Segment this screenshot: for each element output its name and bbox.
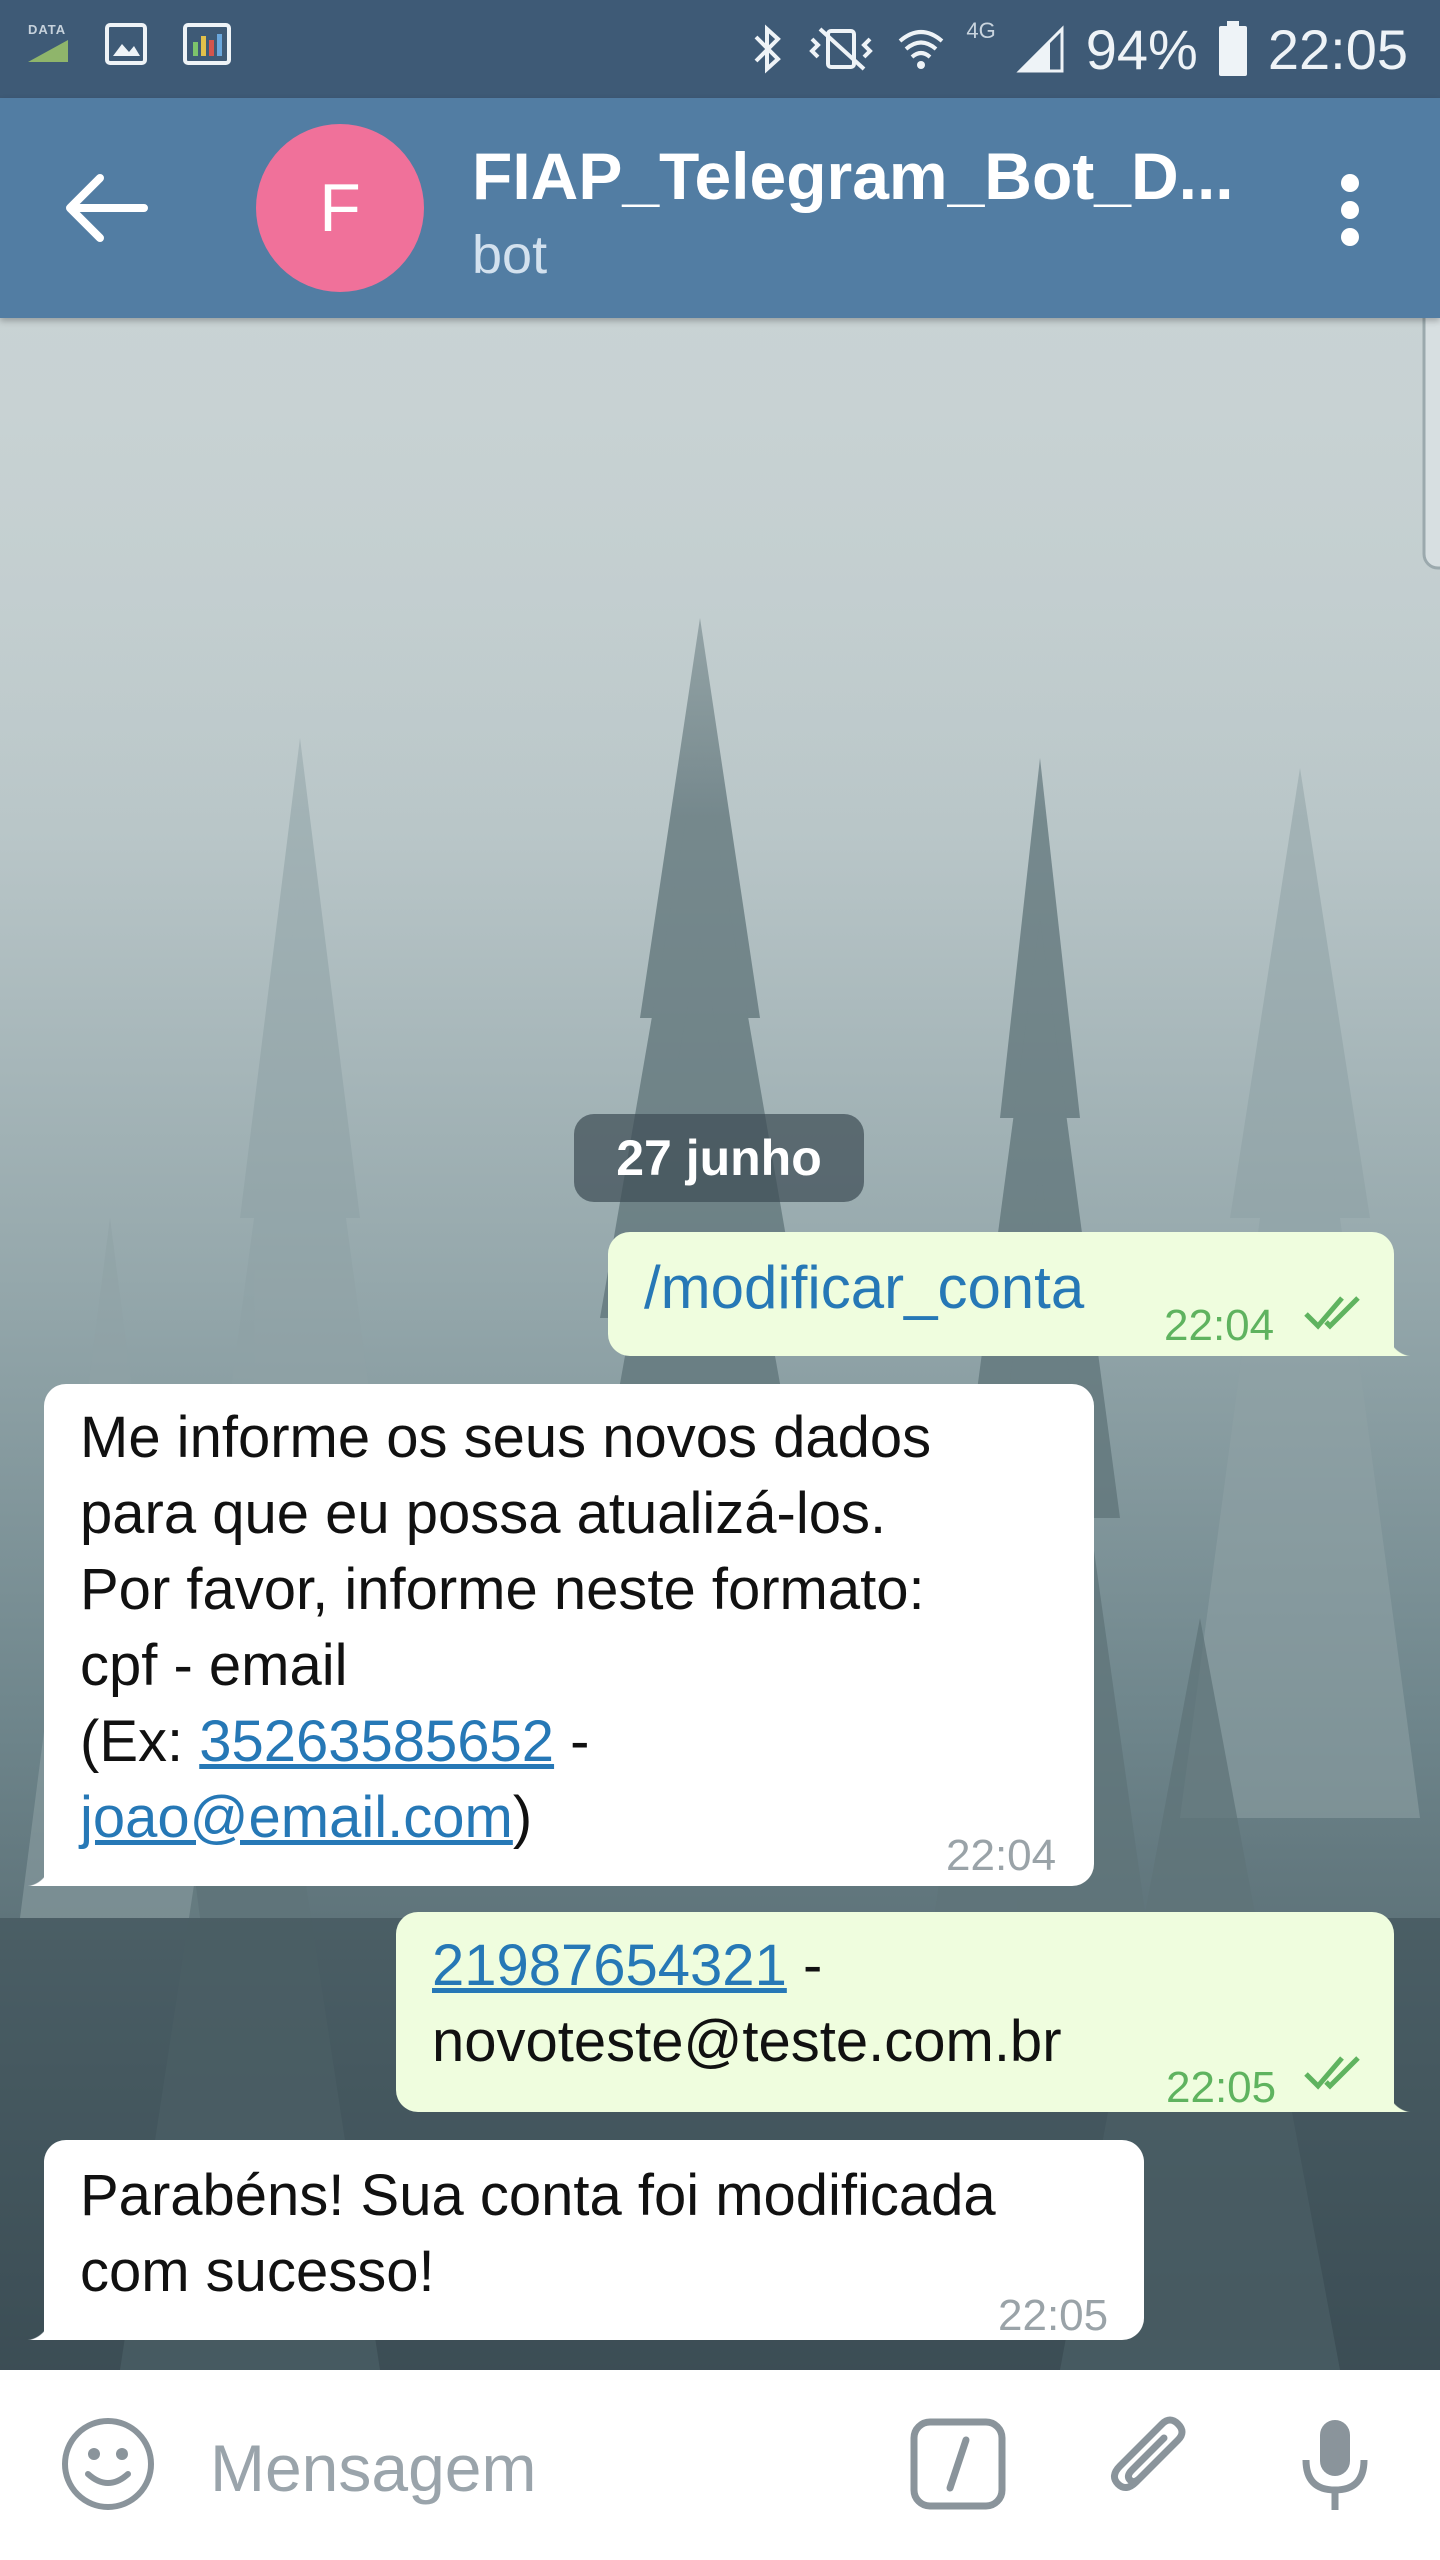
text-fragment: - [554,1709,590,1774]
battery-percent: 94% [1085,17,1198,81]
voice-message-button[interactable] [1290,2414,1390,2514]
more-options-button[interactable] [1320,164,1380,256]
chat-area[interactable]: 27 junho /modificar_conta 22:04 Me infor… [0,318,1440,2370]
smiley-icon [62,2418,154,2510]
message-input[interactable]: Mensagem [210,2430,537,2506]
chat-header: F FIAP_Telegram_Bot_D... bot [0,98,1440,318]
dot-icon [1341,174,1359,192]
double-check-icon [1304,2056,1360,2090]
command-link[interactable]: /modificar_conta [644,1250,1084,1326]
incoming-message[interactable]: Parabéns! Sua conta foi modificada com s… [24,2140,1144,2340]
message-time: 22:04 [1164,1301,1275,1350]
attach-button[interactable] [1104,2414,1204,2514]
message-time: 22:05 [998,2291,1109,2340]
email-link[interactable]: joao@email.com [80,1785,513,1850]
monitor-notification-icon [182,22,231,66]
message-line: Me informe os seus novos dados [80,1405,932,1470]
vibrate-mute-icon [809,27,874,71]
paperclip-icon [1111,2416,1186,2491]
message-time: 22:04 [946,1831,1057,1880]
bluetooth-icon [754,24,782,74]
message-time: 22:05 [1166,2063,1277,2112]
emoji-button[interactable] [58,2414,158,2514]
message-line: Por favor, informe neste formato: [80,1557,925,1622]
message-line: cpf - email [80,1633,348,1698]
bot-commands-button[interactable] [908,2414,1008,2514]
dot-icon [1341,201,1359,219]
phone-link[interactable]: 35263585652 [199,1709,554,1774]
text-fragment: (Ex: [80,1709,200,1774]
text-fragment: ) [512,1785,533,1850]
outgoing-message[interactable]: /modificar_conta 22:04 [608,1232,1414,1356]
chat-subtitle: bot [472,225,548,285]
chat-title[interactable]: FIAP_Telegram_Bot_D... [472,138,1234,214]
message-line: joao@email.com) [80,1780,931,1856]
back-button[interactable] [60,168,150,248]
network-type-label: 4G [966,18,996,43]
avatar[interactable]: F [256,124,424,292]
email-text: novoteste@teste.com.br [432,2009,1062,2074]
message-line: Parabéns! Sua conta foi modificada [80,2163,996,2228]
phone-link[interactable]: 21987654321 [432,1933,787,1998]
gallery-notification-icon [104,22,148,66]
telegram-chat-screen: DATA 4G 94% 22:05 F FIAP_Telegram_Bot_D.… [0,0,1440,2560]
message-line: com sucesso! [80,2239,435,2304]
outgoing-message[interactable]: 21987654321 - novoteste@teste.com.br 22:… [396,1912,1414,2112]
mobile-data-icon: DATA [26,22,70,66]
microphone-icon [1302,2420,1368,2510]
dot-icon [1341,228,1359,246]
message-line: 21987654321 - [432,1928,1062,2004]
message-line: (Ex: 35263585652 - [80,1704,931,1780]
back-arrow-icon [66,174,148,242]
signal-icon [1016,25,1064,73]
wifi-icon [899,30,944,69]
message-input-bar: Mensagem [0,2370,1440,2560]
clock: 22:05 [1267,17,1408,81]
battery-icon [1218,21,1247,76]
status-bar: DATA 4G 94% 22:05 [0,0,1440,98]
date-separator: 27 junho [574,1114,864,1202]
text-fragment: - [786,1933,823,1998]
message-line: para que eu possa atualizá-los. [80,1481,887,1546]
incoming-message[interactable]: Me informe os seus novos dados para que … [24,1384,1094,1886]
slash-command-icon [910,2418,1006,2510]
double-check-icon [1304,1296,1360,1330]
